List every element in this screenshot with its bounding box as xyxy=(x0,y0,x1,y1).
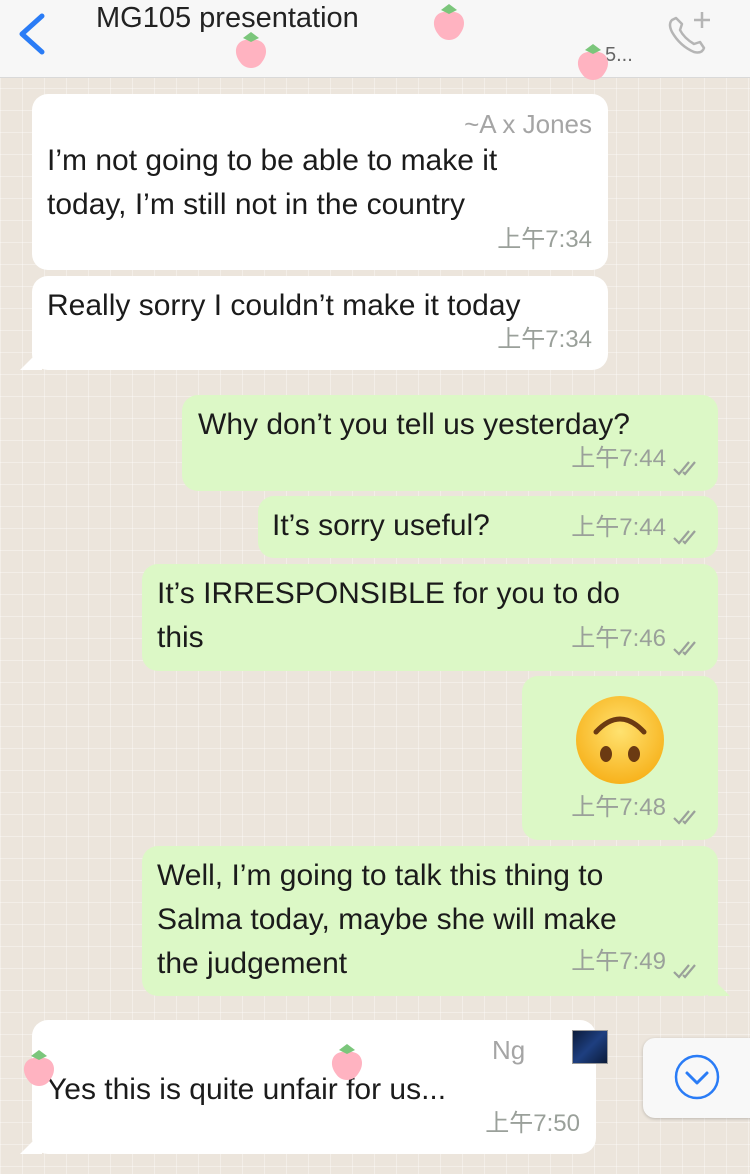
message-bubble-outgoing[interactable]: It’s sorry useful? 上午7:44 xyxy=(258,496,718,558)
strawberry-sticker-icon xyxy=(235,32,267,68)
message-bubble-incoming[interactable]: ~A x Jones I’m not going to be able to m… xyxy=(32,94,608,270)
double-check-icon xyxy=(673,964,696,979)
phone-plus-icon[interactable] xyxy=(662,8,718,58)
chat-title[interactable]: MG105 presentation xyxy=(96,2,359,32)
message-text: the judgement xyxy=(157,947,348,980)
double-check-icon xyxy=(673,810,696,825)
message-text: Yes this is quite unfair for us... xyxy=(47,1073,447,1106)
message-text: It’s IRRESPONSIBLE for you to do xyxy=(157,577,620,610)
message-timestamp: 上午7:44 xyxy=(571,445,666,472)
message-timestamp: 上午7:44 xyxy=(571,514,666,541)
upside-down-face-icon xyxy=(576,696,664,784)
double-check-icon xyxy=(673,530,696,545)
chevron-left-icon[interactable] xyxy=(14,12,50,56)
chat-header: MG105 presentation 5... xyxy=(0,0,750,78)
message-bubble-outgoing[interactable]: It’s IRRESPONSIBLE for you to do this 上午… xyxy=(142,564,718,671)
message-text: Salma today, maybe she will make xyxy=(157,903,617,936)
sender-name: Ng xyxy=(492,1035,526,1065)
message-bubble-incoming[interactable]: Really sorry I couldn’t make it today 上午… xyxy=(20,276,608,370)
message-bubble-outgoing[interactable]: Why don’t you tell us yesterday? 上午7:44 xyxy=(182,395,718,491)
message-timestamp: 上午7:34 xyxy=(497,326,592,353)
chevron-down-circle-icon xyxy=(674,1054,720,1100)
message-timestamp: 上午7:46 xyxy=(571,625,666,652)
message-bubble-incoming[interactable]: Ng Yes this is quite unfair for us... 上午… xyxy=(20,1020,608,1154)
message-timestamp: 上午7:48 xyxy=(571,794,666,821)
sender-avatar xyxy=(572,1030,608,1064)
double-check-icon xyxy=(673,461,696,476)
double-check-icon xyxy=(673,641,696,656)
message-text: Why don’t you tell us yesterday? xyxy=(198,408,630,441)
strawberry-sticker-icon xyxy=(23,1050,55,1086)
message-timestamp: 上午7:50 xyxy=(485,1110,580,1137)
message-text: this xyxy=(157,621,204,654)
message-text: today, I’m still not in the country xyxy=(47,188,465,221)
scroll-to-bottom-button[interactable] xyxy=(643,1038,750,1118)
message-bubble-outgoing[interactable]: Well, I’m going to talk this thing to Sa… xyxy=(142,846,730,996)
message-text: Well, I’m going to talk this thing to xyxy=(157,859,604,892)
message-timestamp: 上午7:49 xyxy=(571,948,666,975)
message-bubble-outgoing[interactable]: 上午7:48 xyxy=(522,676,718,840)
message-text: I’m not going to be able to make it xyxy=(47,144,498,177)
strawberry-sticker-icon xyxy=(433,4,465,40)
message-text: Really sorry I couldn’t make it today xyxy=(47,289,521,322)
strawberry-sticker-icon xyxy=(331,1044,363,1080)
message-timestamp: 上午7:34 xyxy=(497,226,592,253)
message-text: It’s sorry useful? xyxy=(272,509,490,542)
strawberry-sticker-icon xyxy=(577,44,609,80)
